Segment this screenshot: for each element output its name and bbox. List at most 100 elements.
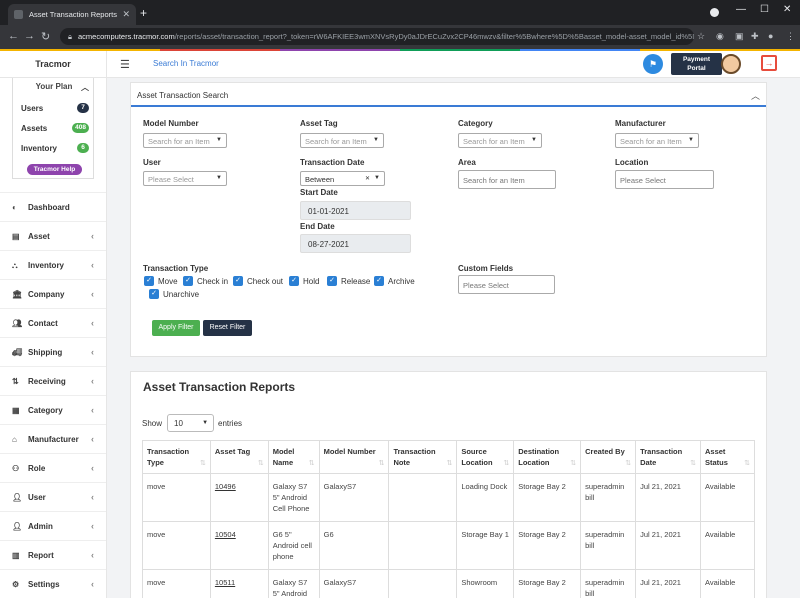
search-link[interactable]: Search In Tracmor <box>153 59 219 68</box>
sidebar-item-contact[interactable]: 👥︎ Contact ‹ <box>0 308 106 337</box>
sort-icon[interactable]: ⇅ <box>503 458 509 469</box>
reload-icon[interactable]: ↻ <box>41 30 50 43</box>
sort-icon[interactable]: ⇅ <box>690 458 696 469</box>
puzzle-icon[interactable]: ✚ <box>751 31 759 42</box>
column-header[interactable]: Asset Status ⇅ <box>700 440 755 474</box>
menu-dots-icon[interactable]: ⋮ <box>786 31 795 42</box>
column-header[interactable]: Transaction Type ⇅ <box>142 440 211 474</box>
sidebar-item-label: Shipping <box>28 348 63 357</box>
sidebar-item-company[interactable]: 🏛︎ Company ‹ <box>0 279 106 308</box>
plan-row-inventory[interactable]: Inventory 6 <box>21 143 89 153</box>
start-date-field[interactable]: 01-01-2021 <box>300 201 411 220</box>
clear-icon[interactable]: ✕ <box>365 175 370 182</box>
column-header[interactable]: Asset Tag ⇅ <box>209 440 269 474</box>
sort-icon[interactable]: ⇅ <box>625 458 631 469</box>
maximize-icon[interactable]: ☐ <box>760 4 769 15</box>
apply-filter-button[interactable]: Apply Filter <box>152 320 200 336</box>
flag-icon[interactable]: ⚑ <box>643 54 663 74</box>
end-date-field[interactable]: 08-27-2021 <box>300 234 411 253</box>
new-tab-icon[interactable]: + <box>140 6 147 20</box>
checkbox-move[interactable]: ✓ Move <box>144 276 178 286</box>
reset-filter-button[interactable]: Reset Filter <box>203 320 252 336</box>
user-select[interactable]: Please Select ▼ <box>143 171 227 186</box>
location-select[interactable]: Please Select <box>615 170 714 189</box>
column-header[interactable]: Model Name ⇅ <box>267 440 320 474</box>
asset-tag-link[interactable]: 10511 <box>215 578 235 587</box>
bookmark-star-icon[interactable]: ☆ <box>697 31 705 42</box>
asset-tag-link[interactable]: 10496 <box>215 482 236 491</box>
sidebar-item-admin[interactable]: 👤︎ Admin ‹ <box>0 511 106 540</box>
column-header[interactable]: Source Location ⇅ <box>456 440 515 474</box>
transaction-date-select[interactable]: Between ✕ ▼ <box>300 171 385 186</box>
page-size-select[interactable]: 10 ▼ <box>167 414 215 432</box>
plan-row-assets[interactable]: Assets 408 <box>21 123 89 133</box>
chevron-up-icon[interactable]: ︿ <box>81 82 89 93</box>
user-label: User <box>143 158 161 167</box>
checkbox-check-in[interactable]: ✓ Check in <box>183 276 228 286</box>
sidebar-item-role[interactable]: ⚇ Role ‹ <box>0 453 106 482</box>
custom-fields-select[interactable]: Please Select <box>458 275 555 294</box>
sort-icon[interactable]: ⇅ <box>446 458 452 469</box>
sort-icon[interactable]: ⇅ <box>379 458 385 469</box>
url-host: acmecomputers.tracmor.com <box>78 32 175 41</box>
column-header[interactable]: Created By ⇅ <box>580 440 637 474</box>
category-select[interactable]: Search for an Item ▼ <box>458 133 542 148</box>
forward-icon[interactable]: → <box>24 30 35 42</box>
sidebar-item-category[interactable]: ▦ Category ‹ <box>0 395 106 424</box>
avatar[interactable] <box>721 54 741 74</box>
profile-icon[interactable]: ● <box>768 31 773 41</box>
sidebar-item-manufacturer[interactable]: ⌂ Manufacturer ‹ <box>0 424 106 453</box>
cell-asset-tag: 10511 <box>209 569 269 598</box>
sort-icon[interactable]: ⇅ <box>258 458 264 469</box>
sidebar-item-asset[interactable]: ▤ Asset ‹ <box>0 221 106 250</box>
logout-icon[interactable]: → <box>761 55 777 71</box>
sort-icon[interactable]: ⇅ <box>309 458 315 469</box>
column-header[interactable]: Transaction Date ⇅ <box>635 440 701 474</box>
back-icon[interactable]: ← <box>8 30 19 42</box>
chevron-up-icon[interactable]: ︿ <box>751 89 760 102</box>
column-header-label: Model Number <box>323 447 376 456</box>
hamburger-icon[interactable]: ☰ <box>120 58 130 71</box>
plan-title[interactable]: Your Plan ︿ <box>13 82 95 93</box>
area-input[interactable]: Search for an Item <box>458 170 556 189</box>
checkbox-release[interactable]: ✓ Release <box>327 276 370 286</box>
sort-icon[interactable]: ⇅ <box>744 458 750 469</box>
sidebar-item-dashboard[interactable]: ◐ Dashboard <box>0 192 106 221</box>
tracmor-help-button[interactable]: Tracmor Help <box>27 164 82 175</box>
checkbox-archive[interactable]: ✓ Archive <box>374 276 415 286</box>
sidebar-item-receiving[interactable]: ⇅ Receiving ‹ <box>0 366 106 395</box>
tab-close-icon[interactable]: ✕ <box>122 9 130 20</box>
checkbox-unarchive[interactable]: ✓ Unarchive <box>149 289 199 299</box>
minimize-icon[interactable]: — <box>736 4 746 15</box>
sort-icon[interactable]: ⇅ <box>200 458 206 469</box>
record-icon[interactable] <box>710 8 719 17</box>
reports-title: Asset Transaction Reports <box>143 380 296 394</box>
extension-icon-2[interactable]: ▣ <box>735 31 744 42</box>
cell-model-name: G6 5" Android cell phone <box>267 521 320 570</box>
manufacturer-select[interactable]: Search for an Item ▼ <box>615 133 699 148</box>
url-field[interactable]: 🔒︎ acmecomputers.tracmor.com /reports/as… <box>60 28 694 45</box>
extension-icon[interactable]: ◉ <box>716 31 724 42</box>
sidebar-item-settings[interactable]: ⚙ Settings ‹ <box>0 569 106 598</box>
payment-portal-button[interactable]: Payment Portal <box>671 53 722 75</box>
filter-card-header[interactable]: Asset Transaction Search ︿ <box>131 83 766 107</box>
asset-tag-link[interactable]: 10504 <box>215 530 236 539</box>
column-header[interactable]: Model Number ⇅ <box>318 440 390 474</box>
window-close-icon[interactable]: ✕ <box>783 4 791 15</box>
column-header[interactable]: Transaction Note ⇅ <box>388 440 458 474</box>
asset-tag-select[interactable]: Search for an Item ▼ <box>300 133 384 148</box>
checkbox-hold[interactable]: ✓ Hold <box>289 276 319 286</box>
model-number-placeholder: Search for an Item <box>148 137 210 146</box>
sidebar-item-inventory[interactable]: ⛬ Inventory ‹ <box>0 250 106 279</box>
sidebar-item-user[interactable]: 👤︎ User ‹ <box>0 482 106 511</box>
checkbox-check-out[interactable]: ✓ Check out <box>233 276 283 286</box>
browser-tab[interactable]: Asset Transaction Reports - Trac ✕ <box>8 4 136 25</box>
brand-name[interactable]: Tracmor <box>0 51 107 78</box>
transaction-date-value: Between <box>305 175 335 184</box>
sidebar-item-shipping[interactable]: 🚚︎ Shipping ‹ <box>0 337 106 366</box>
sort-icon[interactable]: ⇅ <box>570 458 576 469</box>
sidebar-item-report[interactable]: ▥ Report ‹ <box>0 540 106 569</box>
column-header[interactable]: Destination Location ⇅ <box>513 440 582 474</box>
model-number-select[interactable]: Search for an Item ▼ <box>143 133 227 148</box>
plan-row-users[interactable]: Users 7 <box>21 103 89 113</box>
